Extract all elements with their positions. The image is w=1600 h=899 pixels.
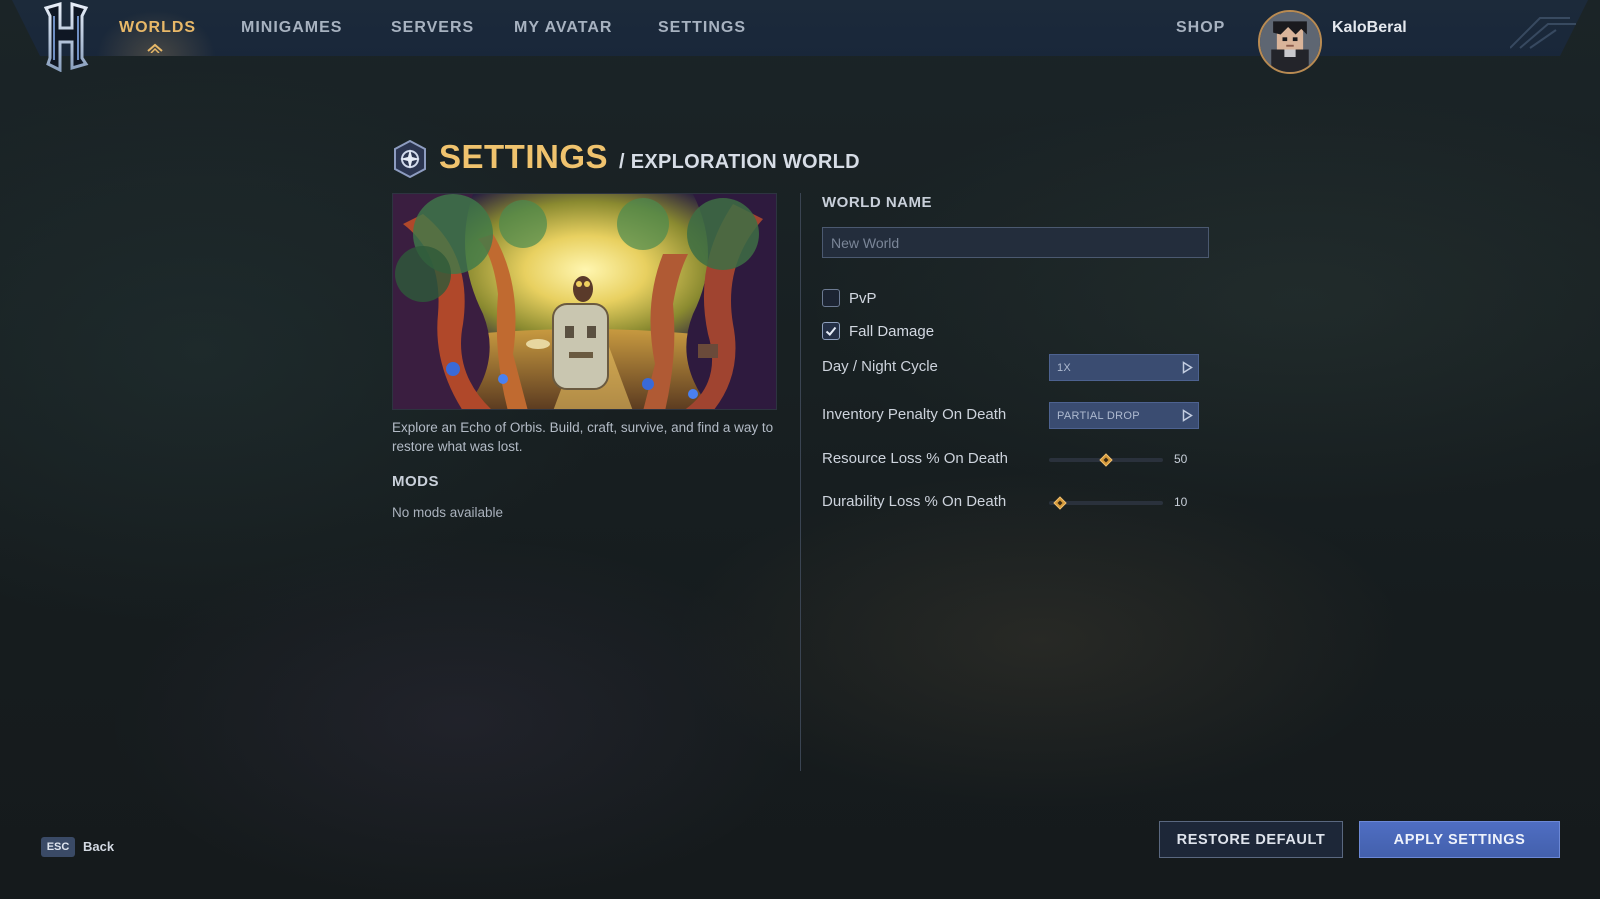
apply-settings-button[interactable]: APPLY SETTINGS bbox=[1359, 821, 1560, 858]
nav-worlds[interactable]: WORLDS bbox=[119, 19, 196, 37]
mods-empty-message: No mods available bbox=[392, 505, 504, 520]
page-subtitle: / EXPLORATION WORLD bbox=[619, 151, 860, 173]
world-description: Explore an Echo of Orbis. Build, craft, … bbox=[392, 420, 774, 454]
fall-damage-label: Fall Damage bbox=[849, 322, 935, 340]
nav-minigames[interactable]: MINIGAMES bbox=[241, 19, 342, 37]
pvp-label: PvP bbox=[849, 289, 877, 307]
nav-servers[interactable]: SERVERS bbox=[391, 19, 474, 37]
day-night-label: Day / Night Cycle bbox=[822, 358, 938, 375]
day-night-value: 1X bbox=[1057, 361, 1072, 374]
inventory-penalty-label: Inventory Penalty On Death bbox=[822, 406, 1007, 423]
fall-damage-toggle[interactable]: Fall Damage bbox=[822, 321, 934, 341]
next-arrow-icon[interactable] bbox=[1176, 355, 1198, 380]
world-name-input[interactable] bbox=[822, 227, 1209, 258]
inventory-penalty-value: PARTIAL DROP bbox=[1057, 409, 1140, 422]
resource-loss-label: Resource Loss % On Death bbox=[822, 450, 1008, 467]
next-arrow-icon[interactable] bbox=[1176, 403, 1198, 428]
nav-shop[interactable]: SHOP bbox=[1176, 19, 1225, 37]
hytale-logo-icon[interactable] bbox=[40, 2, 92, 72]
nav-my-avatar[interactable]: MY AVATAR bbox=[514, 19, 612, 37]
durability-loss-slider-thumb[interactable] bbox=[1053, 496, 1068, 510]
avatar-portrait-icon bbox=[1260, 12, 1320, 72]
checkmark-icon bbox=[825, 326, 837, 336]
pvp-checkbox[interactable] bbox=[822, 289, 840, 307]
username[interactable]: KaloBeral bbox=[1332, 19, 1407, 37]
world-name-label: WORLD NAME bbox=[822, 194, 932, 211]
page-title: SETTINGS bbox=[439, 138, 609, 175]
durability-loss-label: Durability Loss % On Death bbox=[822, 493, 1007, 510]
world-preview-image bbox=[392, 193, 777, 410]
avatar[interactable] bbox=[1258, 10, 1322, 74]
resource-loss-value: 50 bbox=[1174, 452, 1188, 466]
world-emblem-icon bbox=[394, 140, 426, 178]
resource-loss-slider-thumb[interactable] bbox=[1099, 453, 1113, 467]
pvp-toggle[interactable]: PvP bbox=[822, 288, 877, 308]
restore-default-button[interactable]: RESTORE DEFAULT bbox=[1159, 821, 1343, 858]
day-night-selector[interactable]: 1X bbox=[1049, 354, 1199, 381]
esc-key-hint[interactable]: ESC bbox=[41, 837, 75, 857]
corner-ornament-icon bbox=[1510, 17, 1576, 49]
active-caret-icon bbox=[147, 43, 163, 53]
durability-loss-value: 10 bbox=[1174, 495, 1188, 509]
world-preview-illustration bbox=[393, 194, 776, 409]
fall-damage-checkbox[interactable] bbox=[822, 322, 840, 340]
back-label[interactable]: Back bbox=[83, 839, 114, 854]
mods-heading: MODS bbox=[392, 473, 439, 490]
inventory-penalty-selector[interactable]: PARTIAL DROP bbox=[1049, 402, 1199, 429]
column-divider bbox=[800, 193, 801, 771]
nav-settings[interactable]: SETTINGS bbox=[658, 19, 746, 37]
